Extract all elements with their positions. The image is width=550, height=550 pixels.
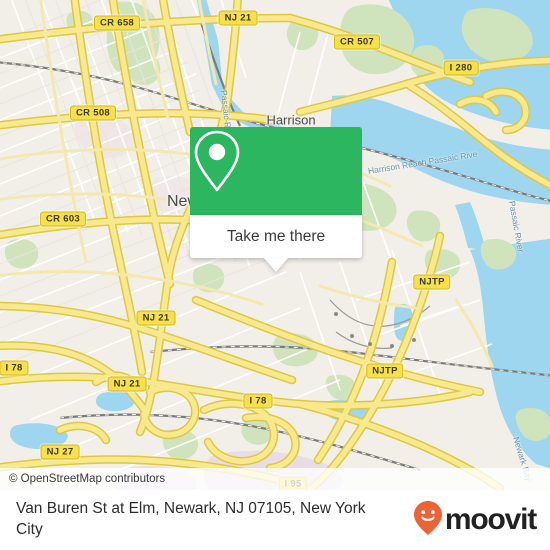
take-me-there-label: Take me there xyxy=(226,227,326,245)
road-shield[interactable]: NJ 21 xyxy=(218,10,258,26)
road-shield[interactable]: CR 507 xyxy=(333,34,381,50)
footer-bar: Van Buren St at Elm, Newark, NJ 07105, N… xyxy=(0,490,550,550)
road-shield[interactable]: NJ 27 xyxy=(40,444,80,460)
moovit-pin-smile-icon xyxy=(413,500,443,541)
osm-attribution-text[interactable]: © OpenStreetMap contributors xyxy=(9,473,165,485)
take-me-there-button[interactable]: Take me there xyxy=(190,215,362,258)
road-shield[interactable]: NJ 21 xyxy=(136,310,176,326)
location-callout-card[interactable]: Take me there xyxy=(190,127,362,272)
road-shield[interactable]: NJTP xyxy=(366,363,404,379)
road-shield[interactable]: NJ 21 xyxy=(107,376,147,392)
road-shield[interactable]: I 78 xyxy=(0,360,29,376)
moovit-wordmark: moovit xyxy=(444,503,537,536)
callout-header xyxy=(190,127,362,215)
map-label-harrison: Harrison xyxy=(266,112,316,128)
station-address-title: Van Buren St at Elm, Newark, NJ 07105, N… xyxy=(16,500,366,538)
road-shield[interactable]: I 280 xyxy=(443,60,479,76)
moovit-logo[interactable]: moovit xyxy=(413,500,537,541)
road-shield[interactable]: I 78 xyxy=(243,393,273,409)
road-shield[interactable]: CR 508 xyxy=(69,105,117,121)
callout-pointer-tail xyxy=(264,258,288,272)
road-shield[interactable]: NJTP xyxy=(413,274,451,290)
road-shield[interactable]: CR 603 xyxy=(39,211,87,227)
map-attribution-bar: © OpenStreetMap contributors xyxy=(0,468,550,490)
road-shield[interactable]: CR 658 xyxy=(93,15,141,31)
map-canvas[interactable]: Harrison New Harrison Reach Passaic Rive… xyxy=(0,0,550,490)
screenshot-root: Harrison New Harrison Reach Passaic Rive… xyxy=(0,0,550,550)
